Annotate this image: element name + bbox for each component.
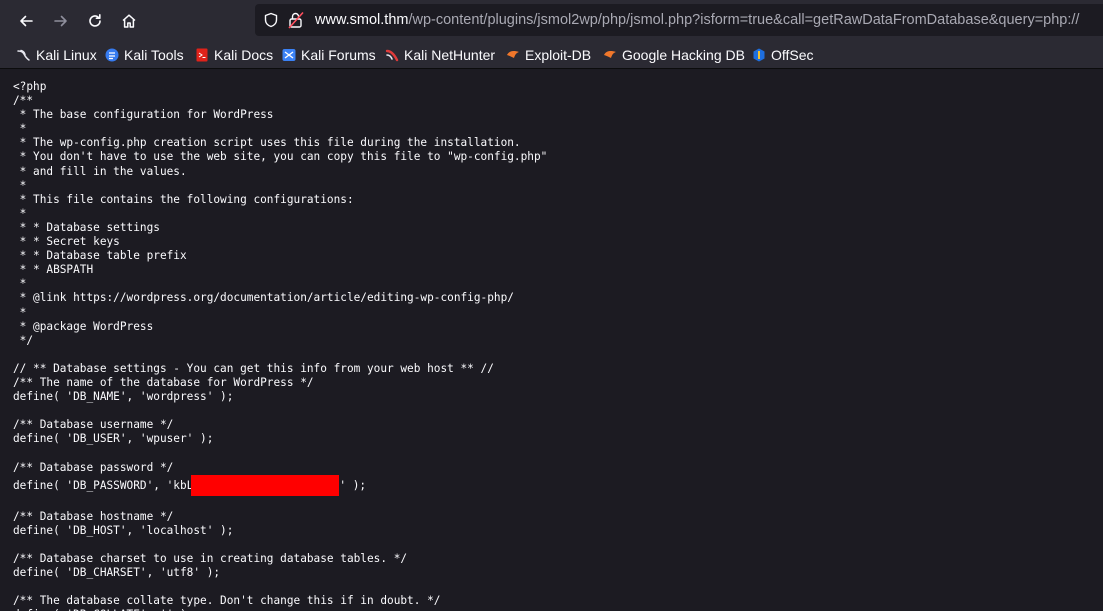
home-icon <box>122 14 136 28</box>
home-button[interactable] <box>116 8 142 34</box>
wp-config-source: <?php /** * The base configuration for W… <box>13 80 547 611</box>
url-text[interactable]: www.smol.thm/wp-content/plugins/jsmol2wp… <box>315 4 1079 36</box>
forward-button[interactable] <box>48 8 74 34</box>
code-before-redaction: <?php /** * The base configuration for W… <box>13 80 548 492</box>
bookmark-kali-tools[interactable]: Kali Tools <box>105 41 184 68</box>
page-content: <?php /** * The base configuration for W… <box>0 69 1103 611</box>
insecure-lock-icon[interactable] <box>288 11 304 29</box>
arrow-right-icon <box>54 15 67 27</box>
bookmark-kali-nethunter[interactable]: Kali NetHunter <box>385 41 495 68</box>
kali-tools-icon <box>105 48 119 62</box>
bookmarks-toolbar: Kali Linux Kali Tools Kali Docs Kali For… <box>0 41 1103 69</box>
offsec-icon <box>752 48 766 62</box>
reload-button[interactable] <box>82 8 108 34</box>
reload-icon <box>89 14 101 27</box>
ghdb-icon <box>603 48 617 62</box>
kali-dragon-icon <box>17 48 31 62</box>
bookmark-google-hacking-db[interactable]: Google Hacking DB <box>603 41 745 68</box>
nethunter-icon <box>385 48 399 62</box>
bookmark-kali-docs[interactable]: Kali Docs <box>195 41 273 68</box>
kali-docs-icon <box>195 48 209 62</box>
bookmark-offsec[interactable]: OffSec <box>752 41 814 68</box>
arrow-left-icon <box>20 15 33 27</box>
bookmark-kali-linux[interactable]: Kali Linux <box>17 41 97 68</box>
url-host: www.smol.thm <box>315 12 409 28</box>
password-redaction <box>191 474 340 496</box>
browser-toolbar: www.smol.thm/wp-content/plugins/jsmol2wp… <box>0 0 1103 41</box>
kali-forums-icon <box>282 48 296 62</box>
bookmark-exploit-db[interactable]: Exploit-DB <box>506 41 591 68</box>
bookmark-kali-forums[interactable]: Kali Forums <box>282 41 376 68</box>
address-bar[interactable]: www.smol.thm/wp-content/plugins/jsmol2wp… <box>255 4 1103 36</box>
url-path: /wp-content/plugins/jsmol2wp/php/jsmol.p… <box>408 12 1080 28</box>
back-button[interactable] <box>13 8 39 34</box>
exploit-db-icon <box>506 48 520 62</box>
code-after-redaction: ' ); /** Database hostname */ define( 'D… <box>13 478 441 611</box>
tracking-protection-shield-icon[interactable] <box>263 12 279 28</box>
